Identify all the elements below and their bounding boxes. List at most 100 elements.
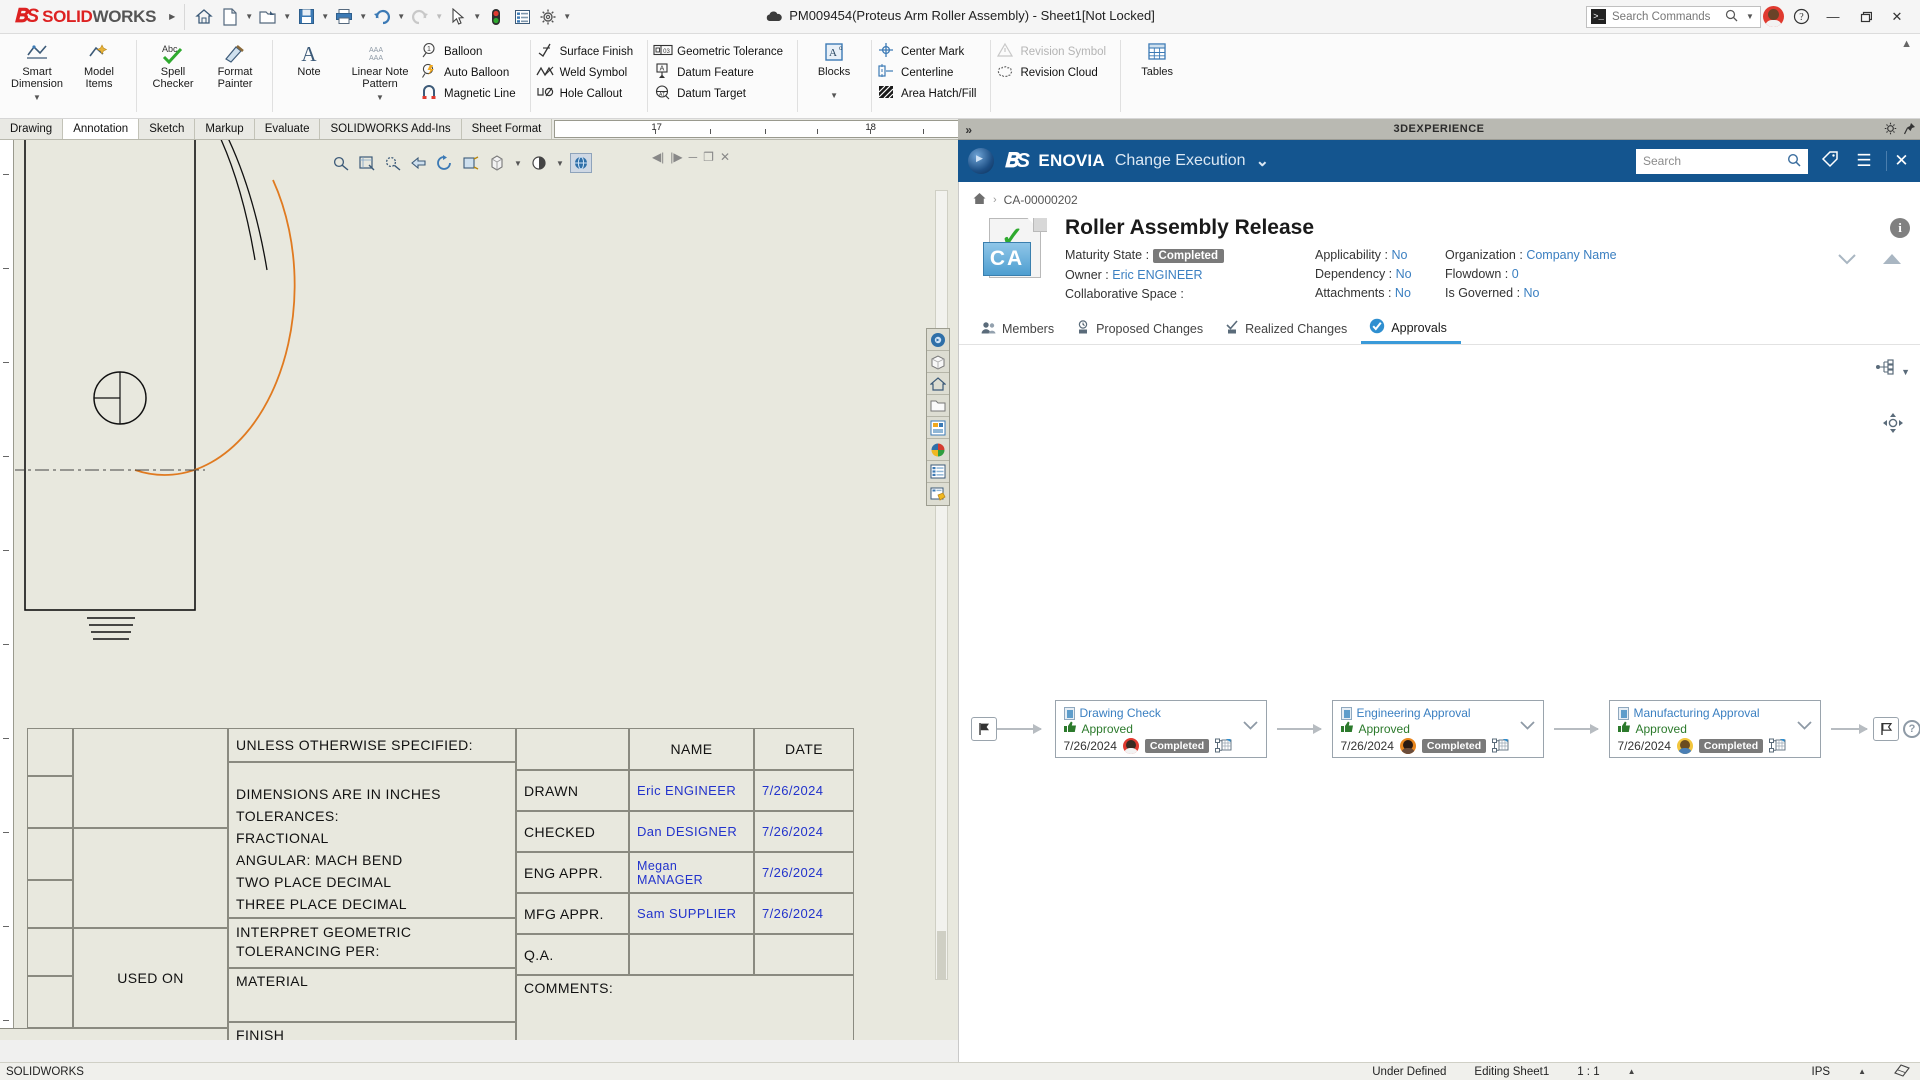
- tab-approvals[interactable]: Approvals: [1361, 318, 1461, 344]
- is-governed-value[interactable]: No: [1524, 286, 1540, 300]
- search-icon[interactable]: [1725, 9, 1738, 25]
- ribbon-collapse-icon[interactable]: ▲: [1893, 34, 1920, 54]
- tab-realized-changes[interactable]: Realized Changes: [1217, 320, 1361, 344]
- collaboration-panel-icon[interactable]: [927, 483, 949, 505]
- auto-balloon-button[interactable]: Auto Balloon: [420, 62, 524, 83]
- datum-feature-button[interactable]: A Datum Feature: [653, 62, 791, 83]
- scrollbar-thumb[interactable]: [937, 931, 946, 979]
- drawing-vertical-scrollbar[interactable]: [935, 190, 948, 980]
- zoom-to-area-icon[interactable]: [356, 153, 378, 173]
- smart-dimension-dropdown-icon[interactable]: ▼: [33, 92, 41, 104]
- display-style-icon[interactable]: [528, 153, 550, 173]
- start-flag-icon[interactable]: [971, 717, 997, 741]
- model-items-button[interactable]: Model Items: [68, 37, 130, 90]
- triangle-up-icon[interactable]: [1882, 252, 1902, 269]
- center-mark-button[interactable]: Center Mark: [877, 41, 984, 62]
- structure-panel-icon[interactable]: [927, 417, 949, 439]
- section-view-icon[interactable]: [460, 153, 482, 173]
- avatar-drawing-check[interactable]: [1123, 738, 1139, 754]
- route-template-icon[interactable]: [1769, 738, 1787, 754]
- blocks-dropdown-icon[interactable]: ▼: [830, 90, 838, 102]
- expand-menu-caret-icon[interactable]: ▶: [166, 4, 178, 30]
- node-title[interactable]: Manufacturing Approval: [1634, 706, 1760, 720]
- tab-members[interactable]: Members: [973, 321, 1068, 344]
- approval-node-manufacturing-approval[interactable]: Manufacturing Approval Approved 7/26/202…: [1609, 700, 1821, 758]
- node-expand-caret-icon[interactable]: [1797, 718, 1812, 733]
- options-caret-icon[interactable]: ▼: [561, 4, 573, 30]
- search-commands-input[interactable]: >_ Search Commands ▼: [1586, 6, 1761, 28]
- approval-node-drawing-check[interactable]: Drawing Check Approved 7/26/2024 Compl: [1055, 700, 1267, 758]
- route-template-icon[interactable]: [1215, 738, 1233, 754]
- pan-tool-icon[interactable]: [1882, 412, 1904, 437]
- home-icon[interactable]: [191, 4, 217, 30]
- tab-sketch[interactable]: Sketch: [139, 119, 195, 139]
- tab-proposed-changes[interactable]: Proposed Changes: [1068, 320, 1217, 344]
- select-caret-icon[interactable]: ▼: [471, 4, 483, 30]
- undo-icon[interactable]: [369, 4, 395, 30]
- linear-note-pattern-dropdown-icon[interactable]: ▼: [376, 92, 384, 104]
- chevron-down-icon[interactable]: [1838, 252, 1856, 269]
- tab-drawing[interactable]: Drawing: [0, 119, 63, 139]
- tab-evaluate[interactable]: Evaluate: [255, 119, 321, 139]
- home-icon[interactable]: [973, 192, 986, 208]
- view-orientation-caret-icon[interactable]: ▼: [512, 150, 524, 176]
- menu-icon[interactable]: ☰: [1852, 151, 1876, 171]
- tab-solidworks-add-ins[interactable]: SOLIDWORKS Add-Ins: [320, 119, 461, 139]
- dependency-value[interactable]: No: [1396, 267, 1412, 281]
- flowdown-value[interactable]: 0: [1512, 267, 1519, 281]
- user-avatar[interactable]: [1763, 6, 1784, 27]
- select-arrow-icon[interactable]: [445, 4, 471, 30]
- close-button[interactable]: ✕: [1882, 4, 1912, 30]
- weld-symbol-button[interactable]: Weld Symbol: [536, 62, 642, 83]
- zoom-in-out-icon[interactable]: [382, 153, 404, 173]
- node-title[interactable]: Drawing Check: [1080, 706, 1161, 720]
- minimize-button[interactable]: —: [1818, 4, 1848, 30]
- display-style-caret-icon[interactable]: ▼: [554, 150, 566, 176]
- centerline-button[interactable]: Centerline: [877, 62, 984, 83]
- rebuild-icon[interactable]: [483, 4, 509, 30]
- compass-icon[interactable]: [968, 148, 994, 174]
- route-template-icon[interactable]: [1492, 738, 1510, 754]
- scale-caret-icon[interactable]: ▲: [1628, 1067, 1636, 1076]
- view-orientation-icon[interactable]: [486, 153, 508, 173]
- folder-panel-icon[interactable]: [927, 395, 949, 417]
- node-expand-caret-icon[interactable]: [1520, 718, 1535, 733]
- save-caret-icon[interactable]: ▼: [319, 4, 331, 30]
- viewport-close-icon[interactable]: ✕: [720, 150, 730, 164]
- drawing-sheet[interactable]: USED ON PPLICATION UNLESS OTHERWISE SPEC…: [15, 140, 945, 1040]
- end-flag-icon[interactable]: [1873, 717, 1899, 741]
- layout-tree-icon[interactable]: ▼: [1875, 359, 1910, 378]
- save-icon[interactable]: [293, 4, 319, 30]
- node-title[interactable]: Engineering Approval: [1357, 706, 1471, 720]
- approval-flow-area[interactable]: ▼ Drawing Check: [959, 345, 1920, 1045]
- note-button[interactable]: A Note: [278, 37, 340, 78]
- linear-note-pattern-button[interactable]: AAAAAA Linear Note Pattern ▼: [340, 37, 420, 104]
- tab-annotation[interactable]: Annotation: [63, 119, 139, 139]
- help-icon[interactable]: ?: [1903, 720, 1920, 738]
- previous-view-icon[interactable]: [408, 153, 430, 173]
- feature-manager-icon[interactable]: [927, 351, 949, 373]
- restore-button[interactable]: [1850, 4, 1880, 30]
- avatar-engineering-approval[interactable]: [1400, 738, 1416, 754]
- breadcrumb-item[interactable]: CA-00000202: [1004, 193, 1078, 207]
- settings-gear-icon[interactable]: [1884, 122, 1897, 138]
- print-caret-icon[interactable]: ▼: [357, 4, 369, 30]
- enovia-section-name[interactable]: Change Execution: [1115, 152, 1246, 170]
- enovia-search-input[interactable]: Search: [1636, 149, 1808, 174]
- close-panel-icon[interactable]: ✕: [1886, 151, 1910, 171]
- avatar-manufacturing-approval[interactable]: [1677, 738, 1693, 754]
- apply-scene-icon[interactable]: [570, 153, 592, 173]
- zoom-to-fit-icon[interactable]: [330, 153, 352, 173]
- surface-finish-button[interactable]: Surface Finish: [536, 41, 642, 62]
- home-panel-icon[interactable]: [927, 373, 949, 395]
- blocks-button[interactable]: Ao Blocks ▼: [803, 37, 865, 102]
- geometric-tolerance-button[interactable]: 03 Geometric Tolerance: [653, 41, 791, 62]
- viewport-restore-icon[interactable]: ❐: [703, 150, 714, 164]
- balloon-button[interactable]: 1 Balloon: [420, 41, 524, 62]
- redo-caret-icon[interactable]: ▼: [433, 4, 445, 30]
- properties-panel-icon[interactable]: [927, 461, 949, 483]
- appearance-panel-icon[interactable]: [927, 439, 949, 461]
- new-document-caret-icon[interactable]: ▼: [243, 4, 255, 30]
- print-icon[interactable]: [331, 4, 357, 30]
- search-caret-icon[interactable]: ▼: [1744, 4, 1756, 30]
